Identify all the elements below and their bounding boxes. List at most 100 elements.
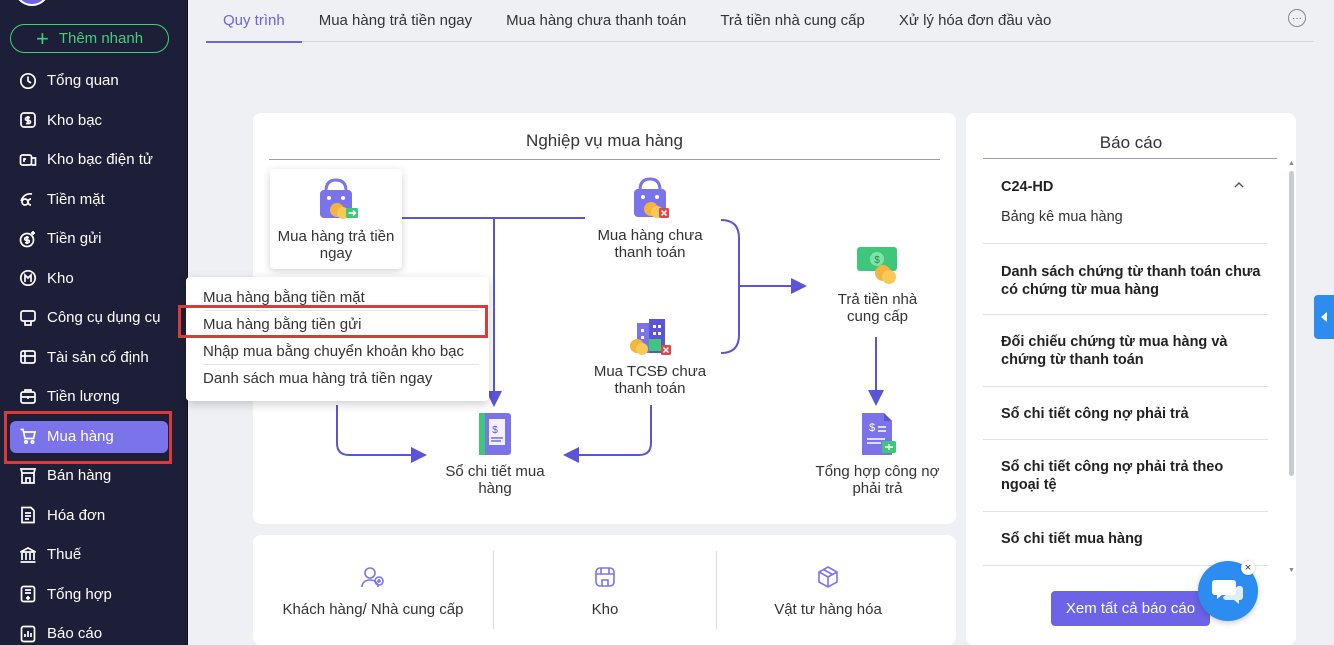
node-tong-hop-cong-no-phai-tra[interactable]: $ Tổng hợp công nợ phải trả [814, 411, 941, 497]
cash-icon [19, 190, 37, 208]
ledger-book-icon: $ [479, 413, 511, 455]
menu-item-danh-sach[interactable]: Danh sách mua hàng trả tiền ngay [203, 370, 432, 387]
sidebar-item-thue[interactable]: Thuế [0, 535, 188, 575]
quick-links-panel: Khách hàng/ Nhà cung cấp Kho Vật tư hàng… [253, 535, 956, 645]
menu-divider [203, 310, 479, 311]
report-item-danh-sach-chung-tu[interactable]: Danh sách chứng từ thanh toán chưa có ch… [1001, 263, 1261, 299]
process-title: Nghiệp vụ mua hàng [526, 131, 683, 150]
sidebar-item-tong-hop[interactable]: Tổng hợp [0, 575, 188, 615]
node-so-chi-tiet-mua-hang[interactable]: $ Sổ chi tiết mua hàng [433, 411, 557, 497]
tab-xu-ly-hoa-don-dau-vao[interactable]: Xử lý hóa đơn đầu vào [882, 0, 1068, 42]
chat-icon [1212, 580, 1243, 604]
sidebar-item-tien-mat[interactable]: Tiền mặt [0, 180, 188, 220]
link-label-kho: Kho [591, 601, 619, 618]
menu-divider [203, 364, 479, 365]
node-label-tra-tien-nha-cung-cap: Trả tiền nhà cung cấp [837, 291, 918, 325]
sidebar-item-cong-cu-dung-cu[interactable]: Công cụ dụng cụ [0, 298, 188, 338]
link-vat-tu-hang-hoa[interactable]: Vật tư hàng hóa [717, 535, 939, 645]
sidebar: + Thêm nhanh Tổng quan Kho bạc Kho bạc đ… [0, 0, 188, 645]
sidebar-item-kho[interactable]: Kho [0, 259, 188, 299]
link-khach-hang-nha-cung-cap[interactable]: Khách hàng/ Nhà cung cấp [253, 535, 493, 645]
node-mua-tcsd-chua-thanh-toan[interactable]: Mua TCSĐ chưa thanh toán [588, 317, 712, 397]
sidebar-item-ban-hang[interactable]: Bán hàng [0, 456, 188, 496]
treasury-icon [19, 111, 37, 129]
node-mua-hang-tra-tien-ngay[interactable]: Mua hàng trả tiền ngay [270, 169, 402, 269]
node-mua-hang-tra-tien-ngay-content: Mua hàng trả tiền ngay [274, 178, 398, 262]
sidebar-item-kho-bac[interactable]: Kho bạc [0, 101, 188, 141]
close-icon[interactable]: × [1241, 561, 1255, 575]
scroll-up-icon[interactable]: ▲ [1288, 160, 1295, 167]
quick-add-button[interactable]: + Thêm nhanh [10, 24, 169, 53]
link-label-vat-tu: Vật tư hàng hóa [774, 601, 882, 618]
node-label-tong-hop-cong-no-phai-tra: Tổng hợp công nợ phải trả [815, 463, 940, 497]
tab-mua-hang-tra-tien-ngay[interactable]: Mua hàng trả tiền ngay [302, 0, 489, 42]
sidebar-item-tong-quan[interactable]: Tổng quan [0, 61, 188, 101]
see-all-reports-button[interactable]: Xem tất cả báo cáo [1051, 591, 1210, 626]
sidebar-item-hoa-don[interactable]: Hóa đơn [0, 496, 188, 536]
node-label-mua-hang-chua-thanh-toan: Mua hàng chưa thanh toán [597, 227, 703, 261]
menu-divider [203, 337, 479, 338]
report-item-so-chi-tiet-mua-hang[interactable]: Sổ chi tiết mua hàng [1001, 530, 1261, 548]
e-treasury-icon [19, 151, 37, 169]
salary-icon [19, 388, 37, 406]
top-tabs: Quy trình Mua hàng trả tiền ngay Mua hàn… [206, 0, 1314, 43]
node-mua-hang-chua-thanh-toan[interactable]: Mua hàng chưa thanh toán [588, 177, 712, 261]
report-divider [983, 386, 1268, 387]
warehouse-icon [19, 269, 37, 287]
sidebar-item-bao-cao[interactable]: Báo cáo [0, 614, 188, 645]
quick-add-label: Thêm nhanh [58, 30, 144, 47]
report-divider [983, 511, 1268, 512]
link-kho[interactable]: Kho [494, 535, 716, 645]
sidebar-item-tien-luong[interactable]: Tiền lương [0, 377, 188, 417]
report-group-c24-hd[interactable]: C24-HD [1001, 178, 1261, 196]
report-item-bang-ke-mua-hang[interactable]: Bảng kê mua hàng [1001, 209, 1123, 225]
report-item-doi-chieu-chung-tu[interactable]: Đối chiếu chứng từ mua hàng và chứng từ … [1001, 333, 1261, 369]
link-label-khach-hang: Khách hàng/ Nhà cung cấp [282, 601, 464, 618]
menu-item-chuyen-khoan-kho-bac[interactable]: Nhập mua bằng chuyển khoản kho bạc [203, 343, 464, 360]
money-payment-icon: $ [856, 247, 897, 284]
shopping-bag-paid-icon [320, 178, 358, 219]
report-scrollbar[interactable] [1289, 171, 1294, 476]
users-icon [361, 567, 384, 588]
report-item-cong-no-ngoai-te[interactable]: Sổ chi tiết công nợ phải trả theo ngoại … [1001, 458, 1261, 494]
shopping-bag-unpaid-icon [634, 177, 669, 218]
sidebar-item-kho-bac-dien-tu[interactable]: Kho bạc điện tử [0, 140, 188, 180]
report-item-so-chi-tiet-cong-no[interactable]: Sổ chi tiết công nợ phải trả [1001, 405, 1261, 423]
svg-text:$: $ [492, 425, 498, 436]
building-unpaid-icon [630, 319, 671, 355]
asset-icon [19, 348, 37, 366]
tab-tra-tien-nha-cung-cap[interactable]: Trả tiền nhà cung cấp [703, 0, 882, 42]
sidebar-item-mua-hang[interactable]: Mua hàng [0, 417, 188, 457]
collapse-panel-toggle[interactable] [1314, 295, 1334, 339]
clock-icon [19, 72, 37, 90]
svg-text:$: $ [868, 422, 874, 434]
menu-item-tien-mat[interactable]: Mua hàng bằng tiền mặt [203, 289, 365, 306]
node-label-mua-tcsd-chua-thanh-toan: Mua TCSĐ chưa thanh toán [593, 363, 707, 397]
sidebar-nav: Tổng quan Kho bạc Kho bạc điện tử Tiền m… [0, 61, 188, 645]
sales-icon [19, 467, 37, 485]
more-options-icon[interactable]: ··· [1288, 9, 1306, 27]
menu-item-tien-gui[interactable]: Mua hàng bằng tiền gửi [203, 316, 362, 333]
node-label-mua-hang-tra-tien-ngay: Mua hàng trả tiền ngay [277, 228, 395, 262]
sidebar-item-tien-gui[interactable]: Tiền gửi [0, 219, 188, 259]
plus-icon: + [35, 25, 49, 51]
invoice-icon [19, 506, 37, 524]
report-divider [983, 439, 1268, 440]
tax-icon [19, 546, 37, 564]
svg-text:$: $ [874, 255, 880, 266]
tab-quy-trinh[interactable]: Quy trình [206, 0, 302, 43]
app-logo[interactable] [14, 0, 50, 6]
tools-icon [19, 309, 37, 327]
payables-summary-icon: $ [861, 413, 896, 455]
chevron-up-icon[interactable] [1234, 180, 1244, 190]
summary-icon [19, 585, 37, 603]
deposit-icon [19, 230, 37, 248]
sidebar-item-tai-san-co-dinh[interactable]: Tài sản cố định [0, 338, 188, 378]
box-icon [818, 566, 838, 588]
report-divider [983, 158, 1277, 159]
node-tra-tien-nha-cung-cap[interactable]: $ Trả tiền nhà cung cấp [830, 245, 925, 325]
report-icon [19, 625, 37, 643]
store-icon [595, 567, 615, 587]
tab-mua-hang-chua-thanh-toan[interactable]: Mua hàng chưa thanh toán [489, 0, 703, 42]
scroll-down-icon[interactable]: ▼ [1288, 567, 1295, 574]
